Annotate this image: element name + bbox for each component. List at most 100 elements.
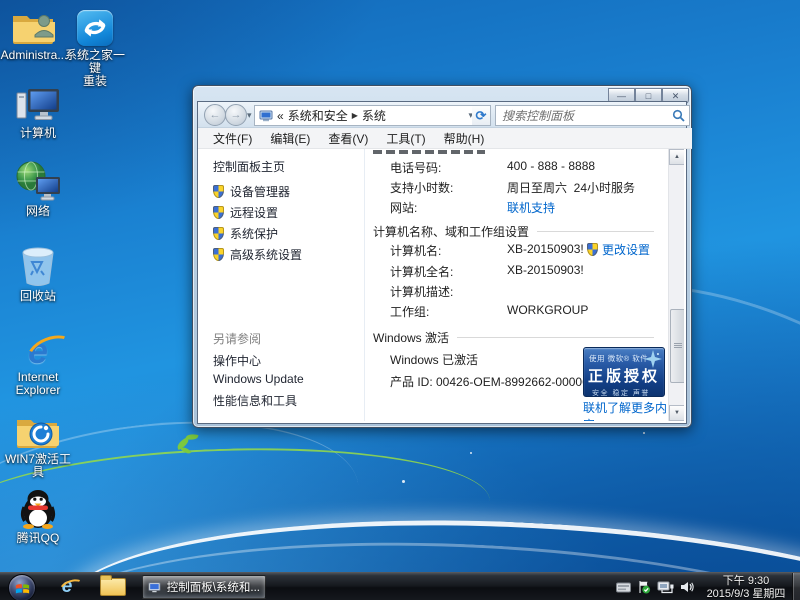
recent-pages-dropdown[interactable]: ▾ xyxy=(247,110,252,121)
system-window: — □ ✕ ← → ▾ « 系统和安全 ▶ 系统 xyxy=(192,85,692,428)
clipped-scrolled-text xyxy=(373,150,485,154)
window-task-icon xyxy=(148,581,162,594)
learn-more-online-link[interactable]: 联机了解更多内容... xyxy=(583,399,668,421)
desktop-icon-administrator[interactable]: Administra... xyxy=(0,6,68,62)
desktop-icon-label: 回收站 xyxy=(20,290,56,303)
recycle-bin-icon xyxy=(21,247,55,287)
sidebar-item-label: 系统保护 xyxy=(230,225,278,242)
menu-file[interactable]: 文件(F) xyxy=(204,130,261,147)
sidebar-item-device-manager[interactable]: 设备管理器 xyxy=(213,183,290,200)
crumb-separator-icon[interactable]: ▶ xyxy=(352,111,358,120)
menu-bar: 文件(F) 编辑(E) 查看(V) 工具(T) 帮助(H) xyxy=(198,128,692,149)
genuine-microsoft-badge[interactable]: 使用 微软® 软件 正版授权 安全 稳定 声誉 xyxy=(583,347,665,397)
computer-description-label: 计算机描述: xyxy=(390,283,453,300)
workgroup-label: 工作组: xyxy=(390,303,429,320)
window-content: 控制面板主页 设备管理器 远程设置 系统保护 xyxy=(198,149,684,421)
desktop-icon-recycle-bin[interactable]: 回收站 xyxy=(4,247,72,303)
sidebar: 控制面板主页 设备管理器 远程设置 系统保护 xyxy=(198,149,365,421)
show-desktop-button[interactable] xyxy=(792,573,800,600)
online-support-link[interactable]: 联机支持 xyxy=(507,199,555,216)
workgroup-value: WORKGROUP xyxy=(507,303,588,317)
minimize-icon: — xyxy=(617,92,626,101)
qq-penguin-icon xyxy=(19,489,57,529)
uac-shield-icon xyxy=(213,206,224,219)
network-tray-icon[interactable] xyxy=(657,581,674,594)
desktop-icon-win7-activation-tool[interactable]: WIN7激活工 具 xyxy=(4,410,72,479)
action-center-flag-icon[interactable] xyxy=(637,580,651,594)
network-icon xyxy=(14,162,62,202)
menu-help[interactable]: 帮助(H) xyxy=(435,130,494,147)
scrollbar-grip xyxy=(674,343,682,348)
start-button[interactable] xyxy=(8,574,36,600)
wallpaper-sparkle xyxy=(643,432,645,434)
sidebar-item-label: 操作中心 xyxy=(213,352,261,369)
menu-view[interactable]: 查看(V) xyxy=(319,130,377,147)
search-icon[interactable] xyxy=(672,109,685,122)
language-keyboard-icon[interactable] xyxy=(616,582,631,593)
sidebar-item-label: 设备管理器 xyxy=(230,183,290,200)
change-settings-link[interactable]: 更改设置 xyxy=(587,241,650,258)
sidebar-item-control-panel-home[interactable]: 控制面板主页 xyxy=(213,158,285,175)
desktop-icon-oneclick-reinstall[interactable]: 系统之家一键 重装 xyxy=(61,6,129,88)
menu-tools[interactable]: 工具(T) xyxy=(377,130,434,147)
sidebar-item-label: Windows Update xyxy=(213,372,304,386)
desktop-icon-label: 腾讯QQ xyxy=(17,532,60,545)
window-inner: ← → ▾ « 系统和安全 ▶ 系统 ▾ ⟳ xyxy=(197,101,687,424)
address-bar[interactable]: « 系统和安全 ▶ 系统 ▾ xyxy=(254,105,478,126)
sidebar-item-action-center[interactable]: 操作中心 xyxy=(213,352,261,369)
change-settings-label: 更改设置 xyxy=(602,241,650,258)
sidebar-item-label: 远程设置 xyxy=(230,204,278,221)
refresh-icon: ⟳ xyxy=(476,108,487,124)
navigation-bar: ← → ▾ « 系统和安全 ▶ 系统 ▾ ⟳ xyxy=(198,102,686,128)
desktop-icon-label: Explorer xyxy=(16,384,61,397)
sidebar-item-remote-settings[interactable]: 远程设置 xyxy=(213,204,278,221)
sidebar-item-advanced-system-settings[interactable]: 高级系统设置 xyxy=(213,246,302,263)
sidebar-item-label: 性能信息和工具 xyxy=(213,392,297,409)
sparkle-star-icon xyxy=(644,350,662,368)
scrollbar-thumb[interactable] xyxy=(670,309,684,383)
forward-button[interactable]: → xyxy=(225,104,247,126)
activation-section-header: Windows 激活 xyxy=(373,329,654,346)
scroll-up-button[interactable]: ▲ xyxy=(669,149,684,165)
back-button[interactable]: ← xyxy=(204,104,226,126)
search-input[interactable] xyxy=(500,108,672,124)
menu-edit[interactable]: 编辑(E) xyxy=(261,130,319,147)
taskbar-windows-explorer[interactable] xyxy=(98,575,128,599)
uac-shield-icon xyxy=(213,248,224,261)
taskbar-task-control-panel[interactable]: 控制面板\系统和... xyxy=(142,575,266,599)
chevron-down-icon: ▾ xyxy=(247,110,252,120)
scroll-up-icon: ▲ xyxy=(674,154,680,160)
scroll-down-icon: ▼ xyxy=(674,410,680,416)
taskbar-clock[interactable]: 下午 9:30 2015/9/3 星期四 xyxy=(700,575,792,600)
phone-value: 400 - 888 - 8888 xyxy=(507,159,595,173)
badge-line3: 安全 稳定 声誉 xyxy=(592,388,664,397)
address-computer-icon xyxy=(259,110,273,122)
desktop-icon-label: Administra... xyxy=(1,49,68,62)
sidebar-item-performance-tools[interactable]: 性能信息和工具 xyxy=(213,392,297,409)
crumb-chevron-icon: « xyxy=(277,109,284,123)
scroll-down-button[interactable]: ▼ xyxy=(669,405,684,421)
sidebar-item-system-protection[interactable]: 系统保护 xyxy=(213,225,278,242)
desktop-icon-qq[interactable]: 腾讯QQ xyxy=(4,489,72,545)
vertical-scrollbar[interactable]: ▲ ▼ xyxy=(668,149,684,421)
full-computer-name-value: XB-20150903! xyxy=(507,263,584,277)
desktop-icon-label: 计算机 xyxy=(20,127,56,140)
breadcrumb-security[interactable]: 系统和安全 xyxy=(288,107,348,124)
uac-shield-icon xyxy=(213,185,224,198)
support-hours-label: 支持小时数: xyxy=(390,179,453,196)
desktop-icon-network[interactable]: 网络 xyxy=(4,162,72,218)
computer-icon xyxy=(15,84,61,124)
desktop-icon-internet-explorer[interactable]: e Internet Explorer xyxy=(4,328,72,397)
sidebar-item-label: 控制面板主页 xyxy=(213,158,285,175)
desktop-icon-computer[interactable]: 计算机 xyxy=(4,84,72,140)
refresh-button[interactable]: ⟳ xyxy=(472,105,491,126)
wallpaper-sparkle xyxy=(470,452,472,454)
volume-speaker-icon[interactable] xyxy=(680,581,694,593)
forward-icon: → xyxy=(231,109,242,121)
taskbar-internet-explorer[interactable]: e xyxy=(52,575,82,599)
main-panel: 电话号码: 400 - 888 - 8888 支持小时数: 周日至周六 24小时… xyxy=(365,149,668,421)
phone-label: 电话号码: xyxy=(390,159,441,176)
system-tray xyxy=(616,573,694,600)
sidebar-item-windows-update[interactable]: Windows Update xyxy=(213,372,304,386)
breadcrumb-system[interactable]: 系统 xyxy=(362,107,386,124)
